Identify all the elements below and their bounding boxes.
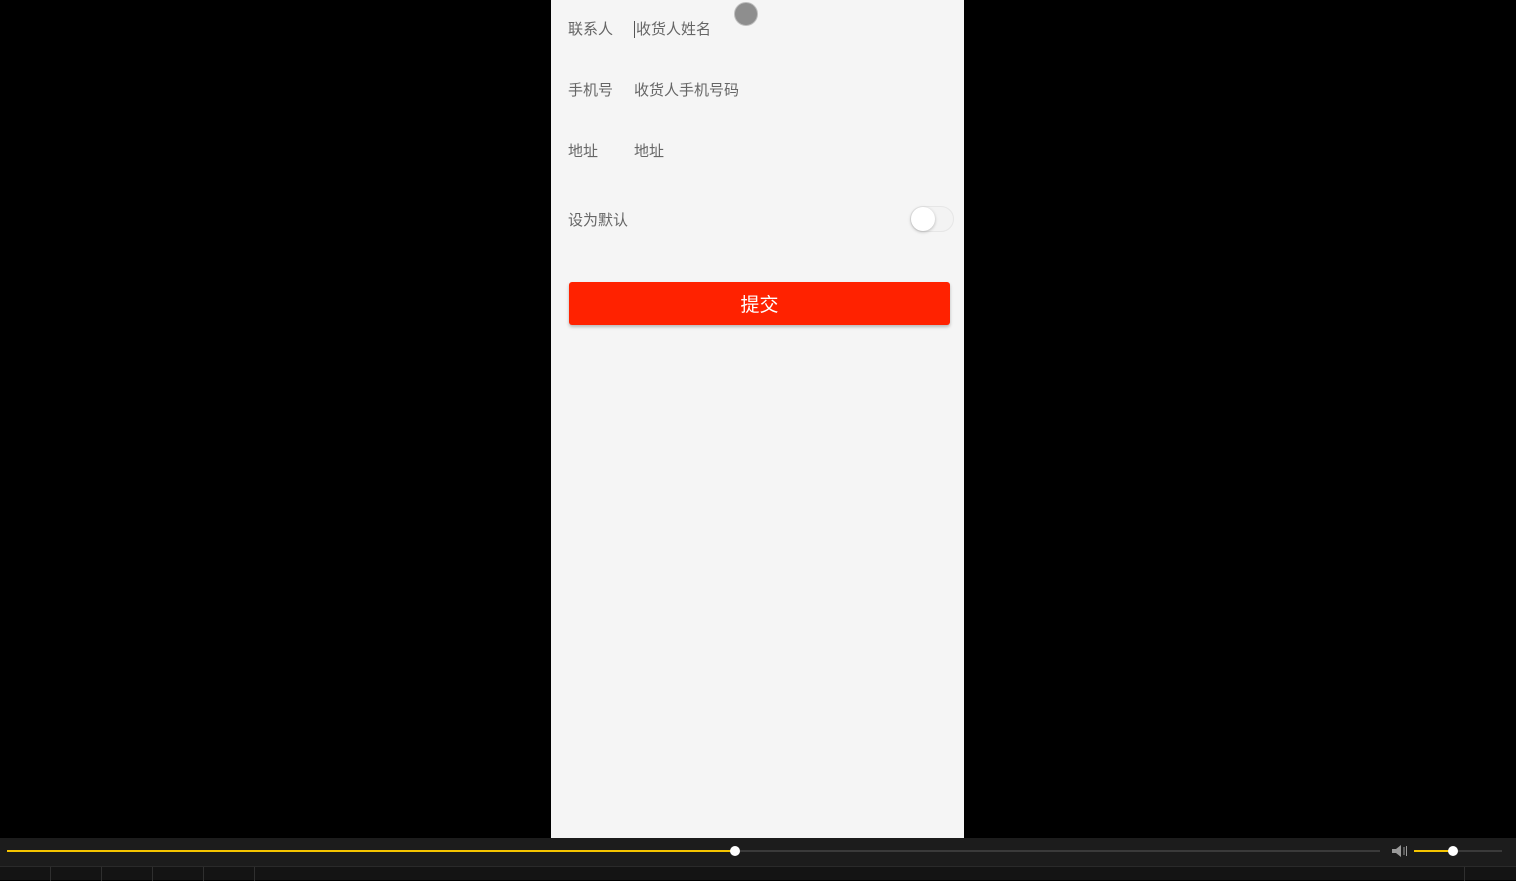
video-stage: 联系人 收货人姓名 手机号 收货人手机号码 地址 地址 设为默认 提交 — [0, 0, 1516, 838]
text-caret — [634, 20, 635, 38]
touch-indicator — [734, 2, 758, 26]
contact-input[interactable]: 收货人姓名 — [634, 18, 711, 39]
contact-label: 联系人 — [568, 19, 614, 38]
phone-row: 手机号 收货人手机号码 — [568, 69, 948, 109]
address-label: 地址 — [568, 141, 599, 160]
speaker-icon[interactable] — [1391, 844, 1409, 858]
player-controls — [0, 838, 1516, 881]
phone-label: 手机号 — [568, 80, 614, 99]
control-button[interactable] — [204, 867, 255, 881]
toggle-knob — [911, 207, 935, 231]
control-button[interactable] — [0, 867, 51, 881]
phone-input[interactable]: 收货人手机号码 — [634, 79, 739, 100]
default-label: 设为默认 — [568, 210, 629, 229]
control-button[interactable] — [51, 867, 102, 881]
address-input[interactable]: 地址 — [634, 140, 664, 161]
control-button[interactable] — [102, 867, 153, 881]
volume-handle[interactable] — [1447, 846, 1458, 856]
seek-progress — [7, 850, 735, 852]
seek-handle[interactable] — [729, 846, 740, 856]
mobile-screen: 联系人 收货人姓名 手机号 收货人手机号码 地址 地址 设为默认 提交 — [551, 0, 964, 838]
default-toggle[interactable] — [910, 206, 954, 232]
contact-placeholder: 收货人姓名 — [636, 19, 712, 38]
volume-slider[interactable] — [1414, 846, 1502, 856]
submit-button[interactable]: 提交 — [569, 282, 950, 325]
control-button-strip — [0, 866, 1516, 881]
contact-row: 联系人 收货人姓名 — [568, 8, 948, 48]
control-button[interactable] — [1464, 867, 1516, 881]
volume-level — [1414, 850, 1453, 852]
address-row: 地址 地址 — [568, 130, 948, 170]
control-button[interactable] — [153, 867, 204, 881]
seek-bar[interactable] — [7, 846, 1380, 856]
default-row: 设为默认 — [568, 199, 948, 239]
